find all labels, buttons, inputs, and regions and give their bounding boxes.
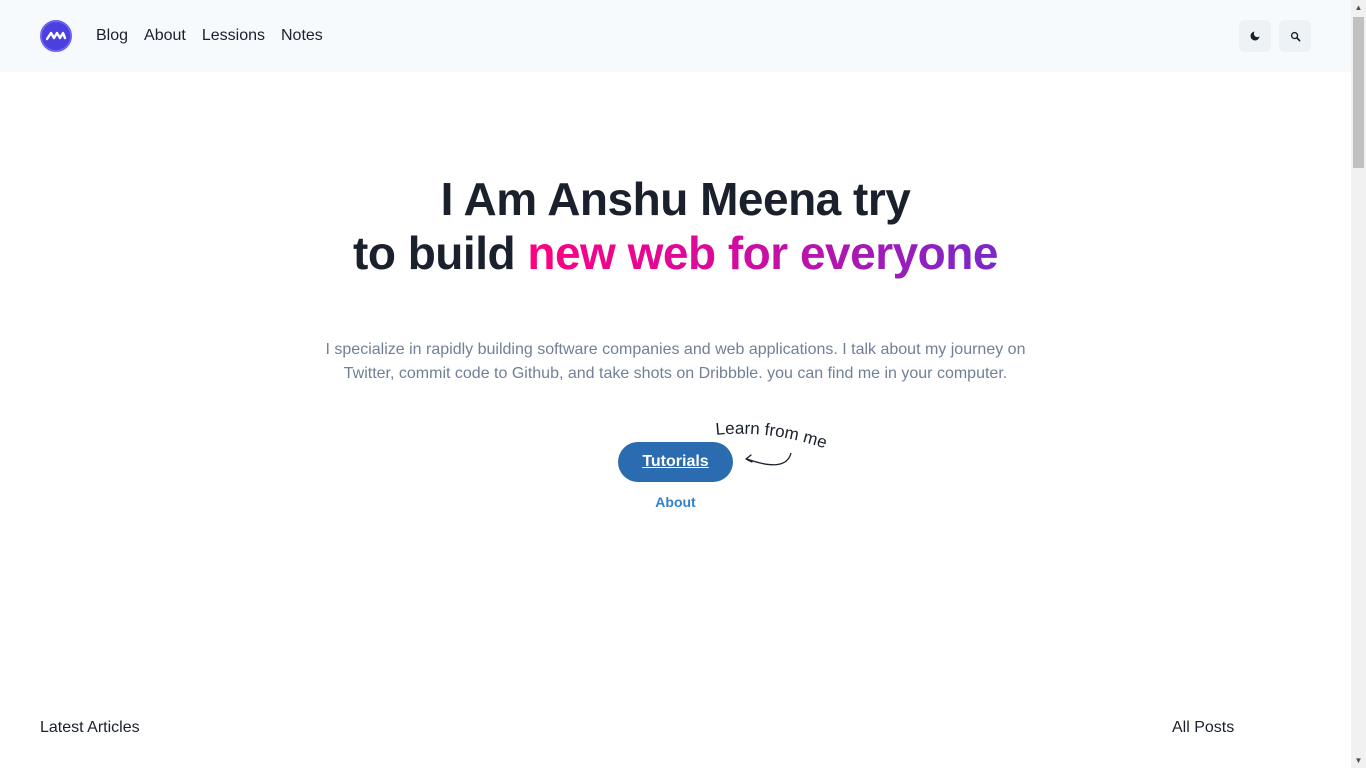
curved-arrow-icon — [746, 452, 792, 466]
latest-articles-title: Latest Articles — [40, 719, 140, 736]
hero-title-highlight: new web for everyone — [527, 227, 998, 279]
search-button[interactable] — [1279, 20, 1311, 52]
site-header: Blog About Lessions Notes — [0, 0, 1351, 72]
vertical-scrollbar[interactable]: ▲ ▼ — [1351, 0, 1366, 768]
brand-logo-icon[interactable] — [40, 20, 72, 52]
page: Blog About Lessions Notes I Am Anshu Mee… — [0, 0, 1351, 768]
nav-blog[interactable]: Blog — [96, 24, 128, 48]
scroll-down-icon[interactable]: ▼ — [1351, 753, 1366, 768]
scroll-thumb[interactable] — [1353, 17, 1364, 168]
hero-title-line2-prefix: to build — [353, 227, 528, 279]
moon-icon — [1250, 31, 1260, 41]
about-link[interactable]: About — [618, 494, 733, 510]
all-posts-link[interactable]: All Posts — [1172, 719, 1234, 737]
svg-text:Learn from me: Learn from me — [715, 419, 830, 453]
nav-lessions[interactable]: Lessions — [202, 24, 265, 48]
theme-toggle-button[interactable] — [1239, 20, 1271, 52]
scroll-up-icon[interactable]: ▲ — [1351, 0, 1366, 15]
nav-about[interactable]: About — [144, 24, 186, 48]
nav-notes[interactable]: Notes — [281, 24, 323, 48]
learn-callout: Learn from me — [710, 415, 840, 475]
main-nav: Blog About Lessions Notes — [96, 24, 323, 48]
hero-title-line1: I Am Anshu Meena try — [440, 173, 911, 225]
search-icon — [1290, 31, 1300, 41]
hero-description: I specialize in rapidly building softwar… — [325, 341, 1026, 382]
learn-callout-text: Learn from me — [715, 419, 830, 453]
hero-title: I Am Anshu Meena try to build new web fo… — [0, 172, 1351, 280]
